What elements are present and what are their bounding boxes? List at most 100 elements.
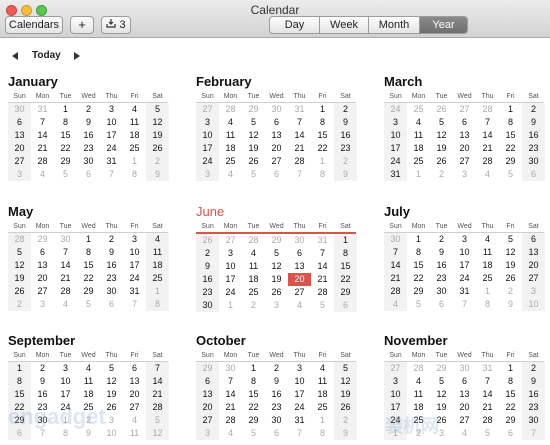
day-cell[interactable]: 9 <box>499 298 522 311</box>
day-cell[interactable]: 2 <box>242 299 265 312</box>
day-cell[interactable]: 7 <box>522 427 545 440</box>
day-cell[interactable]: 6 <box>453 375 476 388</box>
day-cell[interactable]: 22 <box>334 273 357 286</box>
day-cell[interactable]: 20 <box>8 142 31 155</box>
day-cell[interactable]: 2 <box>8 298 31 311</box>
day-cell[interactable]: 11 <box>476 246 499 259</box>
day-cell[interactable]: 27 <box>265 155 288 168</box>
day-cell[interactable]: 9 <box>31 375 54 388</box>
day-cell[interactable]: 5 <box>242 427 265 440</box>
day-cell[interactable]: 6 <box>499 427 522 440</box>
day-cell[interactable]: 4 <box>146 233 169 246</box>
day-cell[interactable]: 20 <box>453 401 476 414</box>
view-tab-week[interactable]: Week <box>320 17 369 33</box>
day-cell[interactable]: 6 <box>265 116 288 129</box>
day-cell[interactable]: 31 <box>123 285 146 298</box>
day-cell[interactable]: 5 <box>242 168 265 181</box>
day-cell[interactable]: 20 <box>31 272 54 285</box>
day-cell[interactable]: 7 <box>476 116 499 129</box>
day-cell[interactable]: 6 <box>522 233 545 246</box>
day-cell[interactable]: 27 <box>123 401 146 414</box>
day-cell[interactable]: 3 <box>219 247 242 260</box>
day-cell[interactable]: 8 <box>499 116 522 129</box>
day-cell[interactable]: 9 <box>265 375 288 388</box>
day-cell[interactable]: 30 <box>384 233 407 246</box>
day-cell[interactable]: 1 <box>334 234 357 247</box>
day-cell[interactable]: 8 <box>476 298 499 311</box>
day-cell[interactable]: 4 <box>31 168 54 181</box>
day-cell[interactable]: 11 <box>146 246 169 259</box>
day-cell[interactable]: 28 <box>54 285 77 298</box>
month-title[interactable]: November <box>384 333 544 349</box>
day-cell[interactable]: 7 <box>31 116 54 129</box>
day-cell[interactable]: 10 <box>288 375 311 388</box>
day-cell[interactable]: 24 <box>100 142 123 155</box>
day-cell[interactable]: 5 <box>146 103 169 116</box>
day-cell[interactable]: 29 <box>196 362 219 375</box>
calendars-button[interactable]: Calendars <box>5 16 63 34</box>
day-cell[interactable]: 10 <box>100 116 123 129</box>
day-cell[interactable]: 11 <box>407 129 430 142</box>
add-event-button[interactable]: + <box>70 16 94 34</box>
day-cell[interactable]: 9 <box>196 260 219 273</box>
day-cell[interactable]: 12 <box>146 427 169 440</box>
day-cell[interactable]: 5 <box>242 116 265 129</box>
day-cell[interactable]: 21 <box>311 273 334 286</box>
day-cell[interactable]: 6 <box>334 299 357 312</box>
day-cell[interactable]: 16 <box>265 388 288 401</box>
day-cell[interactable]: 11 <box>407 388 430 401</box>
day-cell[interactable]: 16 <box>100 259 123 272</box>
day-cell[interactable]: 28 <box>476 414 499 427</box>
day-cell[interactable]: 27 <box>8 155 31 168</box>
day-cell[interactable]: 7 <box>453 298 476 311</box>
day-cell[interactable]: 19 <box>499 259 522 272</box>
day-cell[interactable]: 11 <box>242 260 265 273</box>
day-cell[interactable]: 15 <box>8 388 31 401</box>
month-title[interactable]: September <box>8 333 168 349</box>
day-cell[interactable]: 23 <box>430 272 453 285</box>
day-cell[interactable]: 29 <box>242 414 265 427</box>
day-cell[interactable]: 23 <box>100 272 123 285</box>
day-cell[interactable]: 25 <box>242 286 265 299</box>
day-cell[interactable]: 30 <box>522 155 545 168</box>
day-cell[interactable]: 11 <box>77 375 100 388</box>
day-cell[interactable]: 22 <box>499 401 522 414</box>
day-cell[interactable]: 8 <box>77 246 100 259</box>
day-cell[interactable]: 5 <box>430 116 453 129</box>
day-cell[interactable]: 17 <box>288 388 311 401</box>
day-cell[interactable]: 3 <box>384 116 407 129</box>
previous-year-arrow-icon[interactable] <box>12 52 18 60</box>
day-cell[interactable]: 29 <box>265 234 288 247</box>
day-cell[interactable]: 17 <box>123 259 146 272</box>
day-cell[interactable]: 20 <box>522 259 545 272</box>
day-cell[interactable]: 4 <box>476 168 499 181</box>
day-cell[interactable]: 18 <box>146 259 169 272</box>
day-cell[interactable]: 20 <box>453 142 476 155</box>
day-cell[interactable]: 9 <box>100 246 123 259</box>
day-cell[interactable]: 10 <box>384 388 407 401</box>
day-cell[interactable]: 25 <box>146 272 169 285</box>
day-cell[interactable]: 9 <box>522 375 545 388</box>
day-cell[interactable]: 6 <box>265 427 288 440</box>
day-cell[interactable]: 1 <box>311 103 334 116</box>
day-cell[interactable]: 21 <box>146 388 169 401</box>
day-cell[interactable]: 2 <box>334 414 357 427</box>
day-cell[interactable]: 1 <box>311 414 334 427</box>
day-cell[interactable]: 4 <box>311 362 334 375</box>
day-cell[interactable]: 2 <box>334 103 357 116</box>
day-cell[interactable]: 4 <box>476 233 499 246</box>
day-cell[interactable]: 1 <box>77 233 100 246</box>
day-cell[interactable]: 27 <box>453 103 476 116</box>
day-cell[interactable]: 4 <box>123 414 146 427</box>
day-cell[interactable]: 7 <box>311 247 334 260</box>
day-cell[interactable]: 24 <box>384 103 407 116</box>
day-cell[interactable]: 11 <box>311 375 334 388</box>
day-cell[interactable]: 12 <box>334 375 357 388</box>
day-cell[interactable]: 6 <box>453 116 476 129</box>
day-cell[interactable]: 6 <box>123 362 146 375</box>
day-cell[interactable]: 29 <box>499 155 522 168</box>
day-cell[interactable]: 30 <box>219 362 242 375</box>
day-cell[interactable]: 7 <box>384 246 407 259</box>
day-cell[interactable]: 27 <box>31 285 54 298</box>
day-cell[interactable]: 24 <box>196 155 219 168</box>
